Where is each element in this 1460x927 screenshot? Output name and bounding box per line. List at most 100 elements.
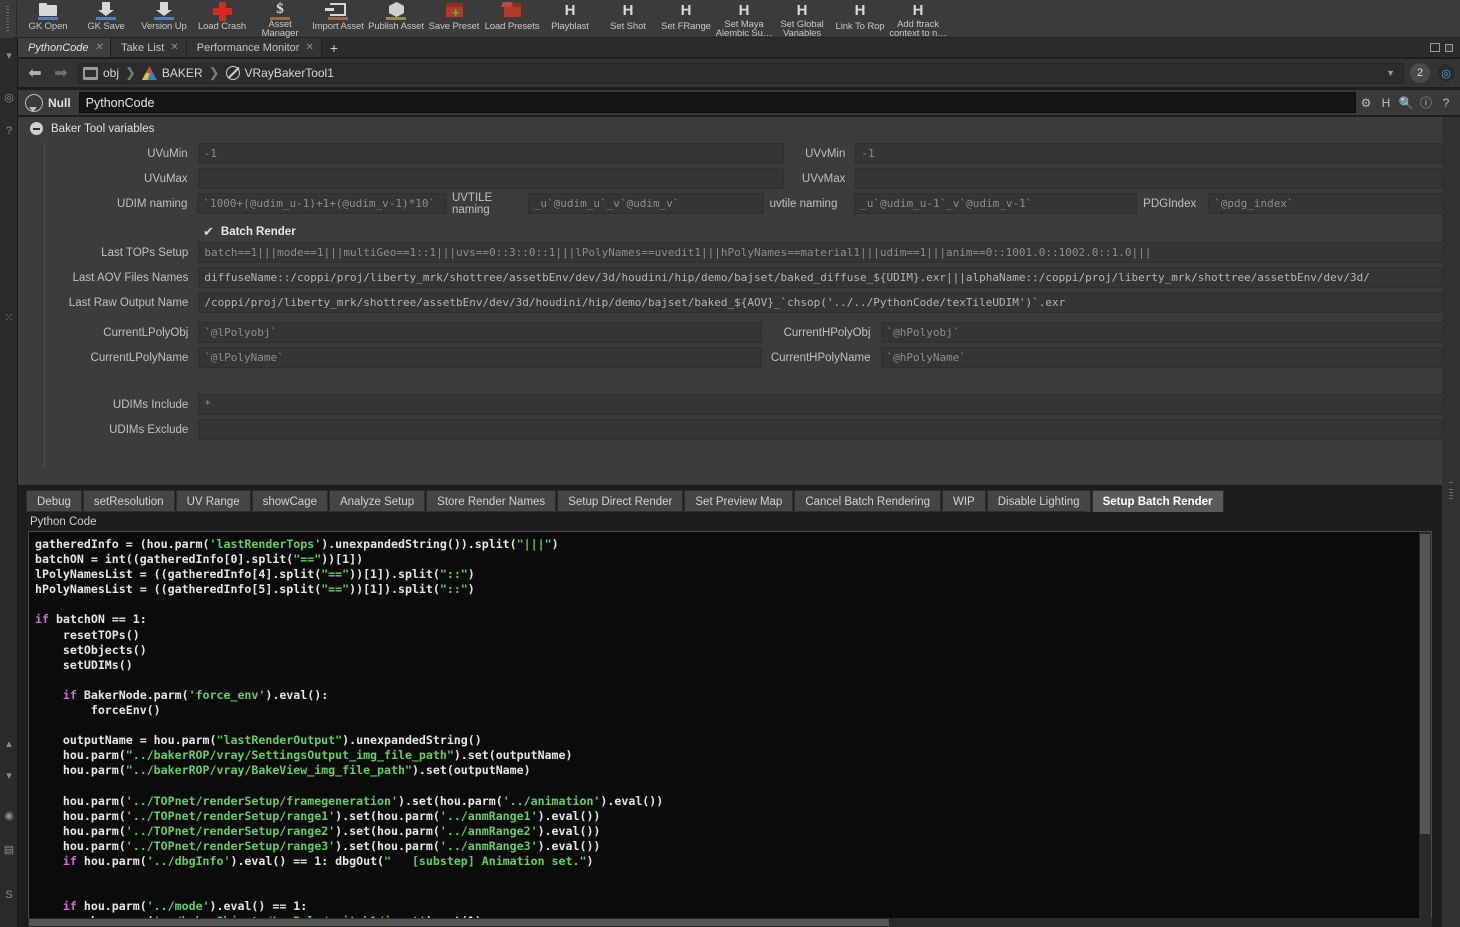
tab-store-render-names[interactable]: Store Render Names (426, 490, 557, 512)
chevron-down-icon[interactable]: ▼ (1382, 68, 1399, 78)
uvumin-input[interactable]: -1 (197, 143, 785, 164)
tab-setup-batch-render[interactable]: Setup Batch Render (1091, 490, 1224, 512)
param-row-udims-include: UDIMs Include * (45, 394, 1442, 415)
close-icon[interactable]: ✕ (305, 42, 313, 53)
pane-tab-performance-monitor[interactable]: Performance Monitor ✕ (186, 38, 322, 57)
shelf-tool-playblast[interactable]: H Playblast (541, 0, 599, 38)
current-lpolyname-input[interactable]: `@lPolyName` (198, 347, 762, 368)
forward-arrow-icon[interactable]: ➡ (48, 63, 74, 83)
shelf-tool-asset-manager[interactable]: $ Asset Manager (251, 0, 309, 38)
param-label: UDIM naming (117, 197, 188, 210)
current-hpolyname-input[interactable]: `@hPolyName` (880, 347, 1443, 368)
tab-uv-range[interactable]: UV Range (175, 490, 251, 512)
tab-cancel-batch-rendering[interactable]: Cancel Batch Rendering (794, 490, 941, 512)
shelf-tool-add-ftrack-context[interactable]: H Add ftrack context to n… (889, 0, 947, 38)
help-icon[interactable]: ? (0, 118, 18, 144)
pane-tab-take-list[interactable]: Take List ✕ (110, 38, 187, 57)
uvtile-lower-naming-input[interactable]: _u`@udim_u-1`_v`@udim_v-1` (854, 193, 1138, 214)
tab-setresolution[interactable]: setResolution (82, 490, 175, 512)
breadcrumb-item-baker[interactable]: BAKER (141, 66, 203, 80)
shelf-drag-handle[interactable] (0, 0, 14, 38)
uvvmax-input[interactable] (855, 168, 1443, 189)
tab-set-preview-map[interactable]: Set Preview Map (684, 490, 794, 512)
shelf-tool-set-global-variables[interactable]: H Set Global Variables (773, 0, 831, 38)
udim-naming-input[interactable]: `1000+(@udim_u-1)+1+(@udim_v-1)*10` (197, 193, 447, 214)
parameter-section-header[interactable]: Baker Tool variables (18, 117, 1442, 138)
breadcrumb-item-obj[interactable]: obj (83, 66, 119, 80)
current-lpolyobj-input[interactable]: `@lPolyobj` (198, 322, 762, 343)
batch-render-toggle[interactable]: ✔ Batch Render (203, 225, 1442, 238)
tab-debug[interactable]: Debug (26, 490, 82, 512)
circle-icon[interactable]: ◉ (0, 802, 18, 828)
grid-icon[interactable]: ⁙ (0, 304, 18, 330)
shelf-tool-version-up[interactable]: Version Up (135, 0, 193, 38)
shelf-tool-label: Add ftrack context to n… (889, 19, 947, 39)
close-icon[interactable]: ✕ (95, 42, 103, 53)
code-horizontal-scroll-thumb[interactable] (29, 919, 889, 926)
shelf-tool-set-frange[interactable]: H Set FRange (657, 0, 715, 38)
uvvmin-input[interactable]: -1 (855, 143, 1443, 164)
uvtile-naming-input[interactable]: _u`@udim_u`_v`@udim_v` (527, 193, 764, 214)
udims-exclude-input[interactable] (198, 419, 1442, 440)
last-tops-setup-input[interactable]: batch==1|||mode==1|||multiGeo==1::1|||uv… (198, 242, 1442, 263)
code-horizontal-scrollbar[interactable] (28, 918, 1432, 927)
add-tab-button[interactable]: + (322, 38, 346, 57)
shelf-tool-load-crash[interactable]: Load Crash (193, 0, 251, 38)
param-row-current-lpoly-obj: CurrentLPolyObj `@lPolyobj` CurrentHPoly… (45, 322, 1443, 343)
houdini-h-icon[interactable]: H (1376, 92, 1396, 113)
chevron-down-icon[interactable]: ▾ (0, 42, 18, 68)
tab-analyze-setup[interactable]: Analyze Setup (328, 490, 426, 512)
breadcrumb-item-vraybakertool1[interactable]: VRayBakerTool1 (225, 66, 334, 80)
maximize-pane-icon[interactable] (1430, 43, 1440, 52)
layers-icon[interactable]: ▤ (0, 836, 18, 862)
shelf-tool-gk-save[interactable]: GK Save (77, 0, 135, 38)
tab-underline (26, 511, 1086, 512)
shelf-tool-set-shot[interactable]: H Set Shot (599, 0, 657, 38)
tab-showcage[interactable]: showCage (251, 490, 328, 512)
resize-grip[interactable] (1449, 489, 1453, 501)
node-name-input[interactable]: PythonCode (78, 92, 1356, 113)
code-vertical-scrollbar[interactable] (1419, 532, 1431, 926)
tab-label: Set Preview Map (695, 495, 783, 508)
tab-wip[interactable]: WIP (942, 490, 986, 512)
uvumax-input[interactable] (197, 168, 785, 189)
shelf-tool-gk-open[interactable]: GK Open (19, 0, 77, 38)
import-box-icon (325, 1, 351, 22)
search-icon[interactable]: 🔍 (1396, 92, 1416, 113)
pin-count-badge[interactable]: 2 (1410, 63, 1430, 83)
gear-icon[interactable]: ⚙ (1356, 92, 1376, 113)
tab-disable-lighting[interactable]: Disable Lighting (986, 490, 1091, 512)
pane-tab-pythoncode[interactable]: PythonCode ✕ (18, 38, 111, 57)
split-pane-icon[interactable] (1445, 43, 1453, 52)
info-icon[interactable]: ⓘ (1416, 92, 1436, 113)
udims-include-input[interactable]: * (198, 394, 1442, 415)
help-icon[interactable]: ? (1436, 92, 1456, 113)
chevron-down-icon[interactable]: ▾ (0, 762, 18, 788)
python-code-text[interactable]: gatheredInfo = (hou.parm('lastRenderTops… (29, 532, 1431, 926)
shelf-tool-link-to-rop[interactable]: H Link To Rop (831, 0, 889, 38)
close-icon[interactable]: ✕ (170, 42, 178, 53)
target-icon[interactable]: ◎ (0, 84, 18, 110)
python-code-editor[interactable]: gatheredInfo = (hou.parm('lastRenderTops… (28, 531, 1432, 927)
chevron-up-icon[interactable]: ▴ (0, 730, 18, 756)
s-icon[interactable]: S (0, 882, 18, 908)
shelf-tool-set-maya-alembic[interactable]: H Set Maya Alembic Su… (715, 0, 773, 38)
collapse-icon[interactable] (30, 122, 43, 135)
tab-setup-direct-render[interactable]: Setup Direct Render (557, 490, 684, 512)
param-label: CurrentLPolyName (90, 351, 189, 364)
current-hpolyobj-input[interactable]: `@hPolyobj` (880, 322, 1443, 343)
null-node-icon (225, 66, 240, 80)
pdgindex-input[interactable]: `@pdg_index` (1208, 193, 1443, 214)
shelf-tool-load-presets[interactable]: Load Presets (483, 0, 541, 38)
breadcrumb[interactable]: obj ❯ BAKER ❯ VRayBakerTool1 ▼ (78, 62, 1404, 84)
shelf-tool-save-preset[interactable]: + Save Preset (425, 0, 483, 38)
shelf-tool-publish-asset[interactable]: Publish Asset (367, 0, 425, 38)
back-arrow-icon[interactable]: ⬅ (22, 63, 48, 83)
script-button-tab-bar: Debug setResolution UV Range showCage An… (26, 490, 1225, 512)
link-target-icon[interactable]: ◎ (1436, 63, 1456, 83)
last-aov-files-names-input[interactable]: diffuseName::/coppi/proj/liberty_mrk/sho… (198, 267, 1442, 288)
code-vertical-scroll-thumb[interactable] (1420, 534, 1430, 834)
shelf-tool-import-asset[interactable]: Import Asset (309, 0, 367, 38)
last-raw-output-name-input[interactable]: /coppi/proj/liberty_mrk/shottree/assetbE… (198, 292, 1442, 313)
code-editor-label: Python Code (30, 516, 97, 528)
